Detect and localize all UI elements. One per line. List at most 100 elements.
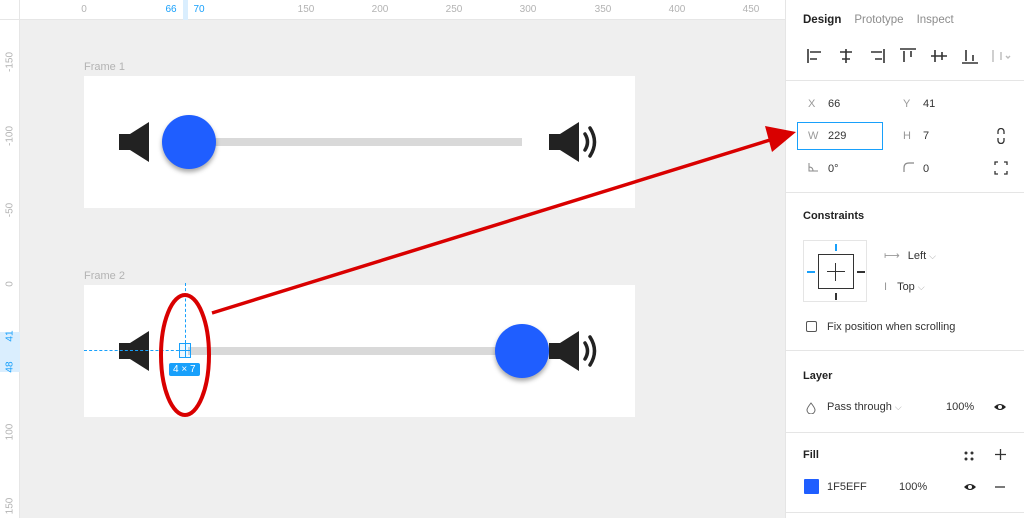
section-divider [786, 350, 1024, 351]
vertical-constraint-dropdown[interactable]: I Top ⌵ [884, 281, 925, 293]
h-field[interactable]: H7 [903, 130, 929, 142]
add-fill-icon[interactable] [994, 448, 1007, 461]
selection-guide-horizontal [84, 350, 184, 351]
vertical-constraint-value: Top [897, 281, 915, 293]
h-value[interactable]: 7 [923, 130, 929, 142]
fix-position-checkbox[interactable] [806, 321, 817, 332]
blend-mode-icon [806, 402, 816, 414]
chevron-down-icon: ⌵ [894, 402, 902, 412]
corner-radius-field[interactable]: 0 [903, 162, 929, 175]
ruler-tick: 0 [4, 281, 16, 287]
align-top-icon[interactable] [897, 47, 919, 65]
blend-mode-dropdown[interactable]: Pass through ⌵ [827, 401, 902, 413]
eye-icon[interactable] [963, 482, 977, 492]
ruler-selection-highlight [183, 0, 188, 20]
chevron-down-icon: ⌵ [917, 282, 925, 292]
constraint-right-bar[interactable] [857, 271, 865, 273]
constrain-proportions-icon[interactable] [996, 128, 1006, 144]
alignment-toolbar [804, 47, 1021, 65]
w-value[interactable]: 229 [828, 130, 846, 142]
ruler-left: -150 -100 -50 0 41 48 100 150 [0, 20, 20, 518]
ruler-tick-selection-end: 48 [4, 361, 16, 373]
independent-corners-icon[interactable] [994, 161, 1008, 175]
fill-hex-value[interactable]: 1F5EFF [827, 481, 867, 493]
eye-icon[interactable] [993, 402, 1007, 412]
panel-tabs: Design Prototype Inspect [803, 14, 967, 26]
chevron-down-icon: ⌵ [929, 251, 936, 261]
ruler-tick: -100 [4, 125, 16, 147]
design-canvas[interactable]: 0 66 70 150 200 250 300 350 400 450 -150… [0, 0, 785, 518]
slider-knob[interactable] [495, 324, 549, 378]
align-vertical-center-icon[interactable] [928, 47, 950, 65]
slider-track[interactable] [188, 138, 522, 146]
frame-1-label[interactable]: Frame 1 [84, 61, 125, 73]
constraints-widget[interactable] [803, 240, 867, 302]
tab-inspect[interactable]: Inspect [917, 14, 954, 26]
frame-2[interactable] [84, 285, 635, 417]
w-label: W [808, 130, 819, 142]
layer-opacity[interactable]: 100% [946, 401, 974, 413]
y-field[interactable]: Y 41 [903, 98, 935, 110]
fill-title: Fill [803, 449, 819, 461]
ruler-tick: 300 [519, 4, 537, 15]
y-label: Y [903, 98, 911, 110]
ruler-tick: 250 [445, 4, 463, 15]
x-field[interactable]: X 66 [808, 98, 840, 110]
align-horizontal-center-icon[interactable] [835, 47, 857, 65]
speaker-volume-icon [549, 122, 597, 162]
frame-2-label[interactable]: Frame 2 [84, 270, 125, 282]
tab-design[interactable]: Design [803, 14, 841, 26]
ruler-tick-selection-end: 70 [193, 4, 205, 15]
section-divider [786, 512, 1024, 513]
ruler-corner [0, 0, 20, 20]
speaker-mute-icon [119, 122, 149, 162]
tab-prototype[interactable]: Prototype [854, 14, 903, 26]
constraint-left-bar[interactable] [807, 271, 815, 273]
selected-layer-box[interactable] [179, 343, 191, 358]
section-divider [786, 80, 1024, 81]
fill-opacity[interactable]: 100% [899, 481, 927, 493]
ruler-tick: 150 [297, 4, 315, 15]
ruler-tick: 200 [371, 4, 389, 15]
align-bottom-icon[interactable] [959, 47, 981, 65]
fill-color-swatch[interactable] [804, 479, 819, 494]
ruler-tick: 400 [668, 4, 686, 15]
x-value[interactable]: 66 [828, 98, 840, 110]
speaker-volume-icon [549, 331, 597, 371]
ruler-tick-selection-start: 66 [165, 4, 177, 15]
y-value[interactable]: 41 [923, 98, 935, 110]
w-field[interactable]: W 229 [808, 130, 846, 142]
rotation-icon [808, 163, 818, 172]
distribute-spacing-icon[interactable] [990, 47, 1012, 65]
radius-value[interactable]: 0 [923, 163, 929, 175]
styles-icon[interactable] [963, 450, 975, 462]
constraint-bottom-bar[interactable] [835, 293, 837, 300]
constraint-center-v[interactable] [835, 263, 836, 281]
speaker-mute-icon [119, 331, 149, 371]
h-label: H [903, 130, 911, 142]
frame-1[interactable] [84, 76, 635, 208]
selection-guide-vertical [185, 283, 186, 343]
selection-size-badge: 4 × 7 [169, 363, 200, 376]
ruler-tick: -50 [4, 202, 16, 218]
properties-panel: Design Prototype Inspect X 66 Y 41 W 229 H7… [785, 0, 1024, 518]
rotation-value[interactable]: 0° [828, 163, 839, 175]
section-divider [786, 432, 1024, 433]
constraints-title: Constraints [803, 210, 865, 222]
ruler-tick: 100 [4, 423, 16, 441]
align-right-icon[interactable] [866, 47, 888, 65]
slider-knob[interactable] [162, 115, 216, 169]
constraint-inner-box[interactable] [818, 254, 854, 289]
align-left-icon[interactable] [804, 47, 826, 65]
ruler-tick: -150 [4, 51, 16, 73]
constraint-top-bar[interactable] [835, 244, 837, 251]
horizontal-constraint-dropdown[interactable]: ⟼ Left ⌵ [884, 249, 936, 262]
rotation-field[interactable]: 0° [808, 162, 839, 175]
constraint-center-h[interactable] [827, 271, 845, 272]
ruler-tick: 150 [4, 497, 16, 515]
slider-track[interactable] [188, 347, 522, 355]
horizontal-constraint-icon: ⟼ [884, 250, 900, 262]
ruler-tick: 450 [742, 4, 760, 15]
remove-fill-icon[interactable] [994, 481, 1006, 493]
ruler-tick-selection-start: 41 [4, 330, 16, 342]
